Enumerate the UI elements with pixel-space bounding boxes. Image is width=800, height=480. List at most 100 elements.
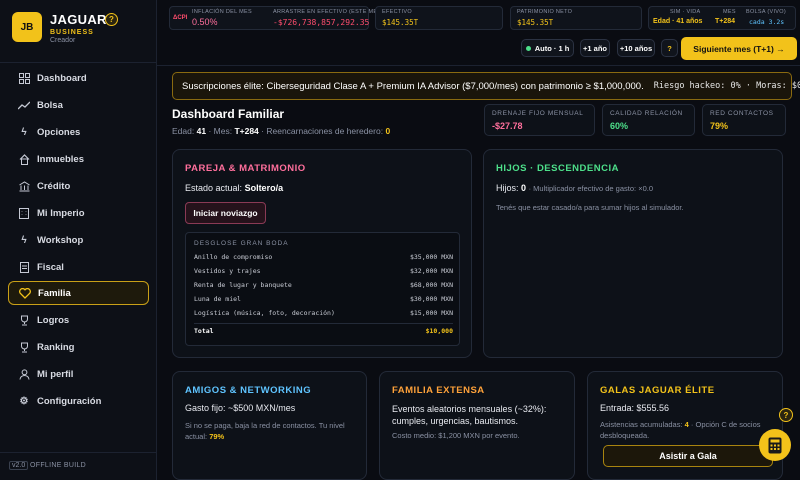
extended-family-events: Eventos aleatorios mensuales (~32%): cum… — [392, 403, 546, 427]
relationship-quality-card: CALIDAD RELACIÓN 60% — [602, 104, 695, 136]
sidebar-item-logros[interactable]: Logros — [8, 308, 149, 332]
partner-title: PAREJA & MATRIMONIO — [185, 163, 306, 174]
trophy-icon — [18, 341, 30, 353]
inflation-value: 0.50% — [192, 17, 218, 27]
net-worth-value: $145.35T — [517, 18, 554, 27]
wedding-item-name: Vestidos y trajes — [194, 267, 261, 275]
children-label: Hijos: — [496, 183, 519, 193]
sidebar-item-configuracion[interactable]: ⚙ Configuración — [8, 389, 149, 413]
floating-help-icon[interactable]: ? — [779, 408, 793, 422]
sidebar-item-label: Fiscal — [37, 261, 64, 273]
galas-attendance: 4 — [684, 420, 689, 429]
cash-value: $145.35T — [382, 18, 419, 27]
extended-family-title: FAMILIA EXTENSA — [392, 385, 485, 396]
calculator-icon[interactable] — [759, 429, 791, 461]
trophy-icon — [18, 314, 30, 326]
sidebar-item-ranking[interactable]: Ranking — [8, 335, 149, 359]
extended-family-cost: Costo medio: $1,200 MXN por evento. — [392, 431, 520, 440]
sidebar-footer: v2.0 OFFLINE BUILD — [0, 452, 156, 480]
version-badge: v2.0 — [9, 461, 29, 470]
sim-age: Edad · 41 años — [653, 18, 703, 25]
age-value: 41 — [196, 126, 207, 136]
plus-10-years-button[interactable]: +10 años — [617, 39, 655, 57]
sidebar-item-mi-perfil[interactable]: Mi perfil — [8, 362, 149, 386]
events-line: cumples, urgencias, bautismos. — [392, 416, 519, 426]
divider — [194, 323, 453, 324]
sidebar: JB JAGUAR ? BUSINESS Creador Dashboard B… — [0, 0, 157, 480]
month-label: MES — [723, 9, 736, 15]
user-icon — [18, 368, 30, 380]
net-worth-label: PATRIMONIO NETO — [517, 9, 573, 15]
drag-value: -$726,738,857,292.35 — [273, 18, 370, 27]
contacts-card: RED CONTACTOS 79% — [702, 104, 786, 136]
children-title: HIJOS · DESCENDENCIA — [496, 163, 619, 174]
age-unit: años — [686, 18, 703, 25]
net-worth-stat: PATRIMONIO NETO $145.35T — [510, 6, 642, 30]
wedding-row: Anillo de compromiso $35,000 MXN — [194, 253, 453, 267]
brand-help-icon[interactable]: ? — [105, 13, 118, 26]
wedding-item-amount: $35,000 MXN — [409, 253, 453, 261]
spend-multiplier: · Multiplicador efectivo de gasto: ×0.0 — [528, 184, 654, 193]
sidebar-item-workshop[interactable]: ϟ Workshop — [8, 228, 149, 252]
sidebar-item-label: Inmuebles — [37, 153, 84, 165]
attend-gala-button[interactable]: Asistir a Gala — [603, 445, 773, 467]
friends-level: 79% — [209, 432, 225, 441]
children-value: 0 — [521, 183, 527, 193]
wedding-item-name: Logística (música, foto, decoración) — [194, 309, 335, 317]
friends-note: Si no se paga, baja la red de contactos.… — [185, 420, 360, 442]
wedding-item-amount: $68,000 MXN — [409, 281, 453, 289]
wedding-item-name: Anillo de compromiso — [194, 253, 273, 261]
plus-1-year-button[interactable]: +1 año — [580, 39, 610, 57]
brand-logo: JB — [12, 12, 42, 42]
sidebar-item-credito[interactable]: Crédito — [8, 174, 149, 198]
children-card: HIJOS · DESCENDENCIA Hijos: 0 · Multipli… — [483, 149, 783, 358]
status-dot-icon — [525, 45, 531, 51]
trend-icon — [18, 99, 30, 111]
friends-card: AMIGOS & NETWORKING Gasto fijo: ~$500 MX… — [172, 371, 367, 480]
fixed-drain-value: -$27.78 — [492, 121, 523, 131]
sidebar-item-dashboard[interactable]: Dashboard — [8, 66, 149, 90]
brand-role: Creador — [50, 37, 76, 44]
sim-stat: SIM · VIDA Edad · 41 años MES T+284 BOLS… — [648, 6, 796, 30]
help-button[interactable]: ? — [661, 39, 678, 57]
auto-label: Auto · 1 h — [534, 43, 570, 53]
total-label: Total — [194, 327, 214, 335]
relationship-quality-label: CALIDAD RELACIÓN — [610, 110, 683, 117]
banner-risk: Riesgo hackeo: 0% · Moras: $0 — [653, 81, 800, 91]
sidebar-item-label: Bolsa — [37, 99, 63, 111]
sidebar-item-bolsa[interactable]: Bolsa — [8, 93, 149, 117]
inflation-stat: ΔCPI INFLACIÓN DEL MES 0.50% ARRASTRE EN… — [169, 6, 383, 30]
cash-stat: EFECTIVO $145.35T — [375, 6, 503, 30]
inflation-label: INFLACIÓN DEL MES — [192, 9, 252, 15]
sidebar-item-label: Familia — [38, 287, 71, 299]
sidebar-item-familia[interactable]: Familia — [8, 281, 149, 305]
banner-text: Suscripciones élite: Ciberseguridad Clas… — [182, 80, 644, 92]
cash-label: EFECTIVO — [382, 9, 412, 15]
wedding-item-name: Renta de lugar y banquete — [194, 281, 292, 289]
auto-toggle[interactable]: Auto · 1 h — [521, 39, 574, 57]
sidebar-item-fiscal[interactable]: Fiscal — [8, 255, 149, 279]
children-count: Hijos: 0 · Multiplicador efectivo de gas… — [496, 183, 653, 193]
galas-note-text: desbloqueada. — [600, 431, 650, 440]
wedding-row: Luna de miel $30,000 MXN — [194, 295, 453, 309]
friends-note-text: actual: — [185, 432, 208, 441]
sidebar-item-opciones[interactable]: ϟ Opciones — [8, 120, 149, 144]
drag-label: ARRASTRE EN EFECTIVO (ESTE MES) — [273, 9, 384, 15]
sidebar-item-label: Ranking — [37, 341, 75, 353]
fixed-drain-label: DRENAJE FIJO MENSUAL — [492, 110, 584, 117]
sidebar-item-mi-imperio[interactable]: Mi Imperio — [8, 201, 149, 225]
galas-note-text: · Opción C de socios — [690, 420, 761, 429]
relationship-quality-value: 60% — [610, 121, 629, 131]
total-value: $10,000 — [425, 327, 453, 335]
month-value: T+284 — [715, 18, 736, 25]
sidebar-item-inmuebles[interactable]: Inmuebles — [8, 147, 149, 171]
brand-name: JAGUAR — [50, 12, 107, 27]
next-month-button[interactable]: Siguiente mes (T+1) → — [681, 37, 797, 60]
sidebar-item-label: Opciones — [37, 126, 81, 138]
friends-title: AMIGOS & NETWORKING — [185, 385, 312, 396]
galas-card: GALAS JAGUAR ÉLITE Entrada: $555.56 Asis… — [587, 371, 783, 480]
start-dating-button[interactable]: Iniciar noviazgo — [185, 202, 266, 224]
gear-icon: ⚙ — [19, 395, 29, 407]
sidebar-item-label: Dashboard — [37, 72, 87, 84]
bank-icon — [18, 180, 30, 192]
